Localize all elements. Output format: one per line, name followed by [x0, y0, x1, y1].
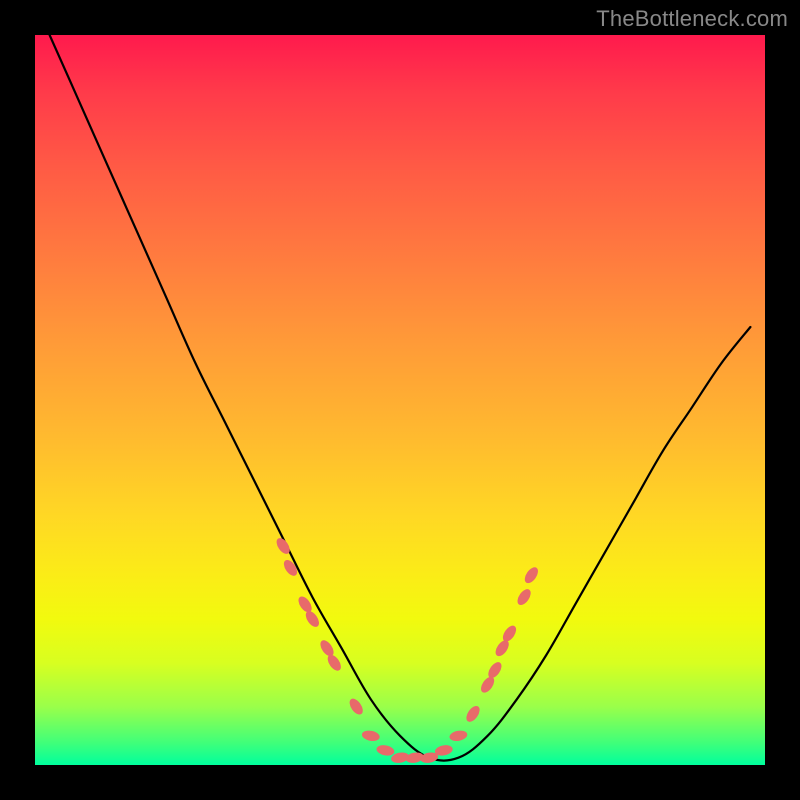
valley-dot: [522, 565, 541, 585]
valley-dot: [325, 653, 344, 673]
valley-dot: [303, 609, 322, 629]
valley-dot: [347, 696, 366, 716]
valley-dot: [449, 729, 469, 742]
valley-dot: [515, 587, 534, 607]
bottleneck-curve: [50, 35, 751, 761]
valley-dot: [361, 729, 381, 742]
valley-dot: [500, 623, 519, 643]
valley-dot: [376, 744, 396, 757]
watermark-text: TheBottleneck.com: [596, 6, 788, 32]
valley-dot: [464, 704, 483, 724]
valley-dot: [318, 638, 337, 658]
curve-layer: [35, 35, 765, 765]
valley-dot: [486, 660, 505, 680]
valley-dot: [478, 674, 497, 694]
plot-area: [35, 35, 765, 765]
chart-frame: TheBottleneck.com: [0, 0, 800, 800]
valley-dots: [274, 536, 541, 765]
valley-dot: [493, 638, 512, 658]
